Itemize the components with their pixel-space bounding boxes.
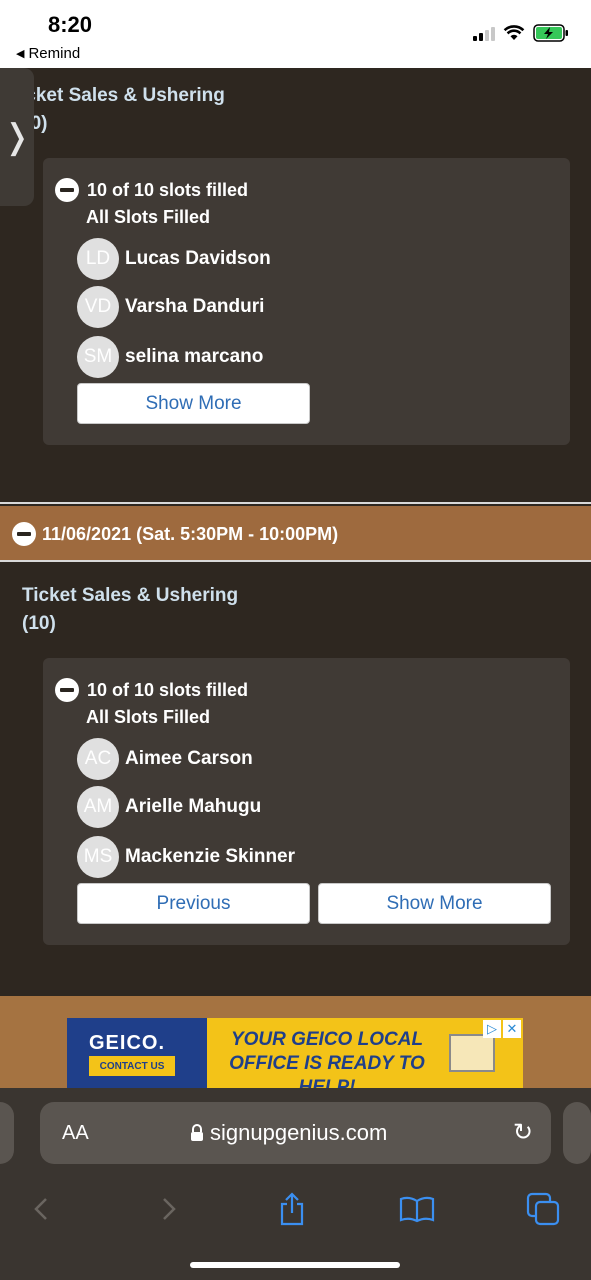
participant-name: Arielle Mahugu [125,796,262,817]
reload-icon[interactable]: ↻ [513,1118,533,1147]
close-icon[interactable]: ✕ [503,1020,521,1038]
participant: LD Lucas Davidson [77,238,271,280]
back-to-app-link[interactable]: ◀ Remind [16,45,80,62]
wifi-icon [503,25,525,40]
participant: AC Aimee Carson [77,738,253,780]
previous-button[interactable]: Previous [77,883,310,924]
back-triangle-icon: ◀ [16,48,25,60]
banner-ad[interactable]: GEICO. CONTACT US YOUR GEICO LOCAL OFFIC… [67,1018,523,1088]
collapse-minus-icon [55,678,79,702]
status-icons [473,24,569,42]
home-indicator [190,1262,400,1268]
avatar: AC [77,738,119,780]
role-title[interactable]: Ticket Sales & Ushering (10) [22,582,238,638]
status-bar: 8:20 ◀ Remind [0,0,591,68]
slot-card: 10 of 10 slots filled All Slots Filled L… [43,158,570,445]
role-title-line2: (10) [22,613,56,634]
collapse-minus-icon [55,178,79,202]
participant-name: selina marcano [125,346,264,367]
sidebar-toggle[interactable]: ❭ [0,68,34,206]
chevron-right-icon: ❭ [2,118,32,156]
ad-contact-button[interactable]: CONTACT US [89,1056,175,1076]
date-header[interactable]: 11/06/2021 (Sat. 5:30PM - 10:00PM) [0,506,591,562]
slots-filled-toggle[interactable]: 10 of 10 slots filled [55,178,248,202]
battery-charging-icon [533,24,568,42]
avatar: SM [77,336,119,378]
url-text: signupgenius.com [210,1120,388,1145]
divider [0,502,591,504]
slots-filled-text: 10 of 10 slots filled [87,679,249,700]
lock-icon [191,1124,203,1141]
slots-filled-text: 10 of 10 slots filled [87,179,249,200]
map-icon [449,1034,495,1072]
ad-controls: ▷ ✕ [483,1020,521,1038]
text-size-button[interactable]: AA [62,1122,89,1145]
avatar: LD [77,238,119,280]
participant: AM Arielle Mahugu [77,786,261,828]
role-title-line2: 10) [20,110,225,138]
browser-toolbar [0,1184,591,1236]
participant-name: Varsha Danduri [125,296,265,317]
all-slots-filled-label: All Slots Filled [86,207,211,227]
address-bar[interactable]: AA signupgenius.com ↻ [40,1102,551,1164]
forward-arrow-icon[interactable] [144,1184,194,1234]
divider [0,560,591,562]
ad-headline: YOUR GEICO LOCAL OFFICE IS READY TO HELP… [229,1029,425,1088]
slot-card: 10 of 10 slots filled All Slots Filled A… [43,658,570,945]
date-header-text: 11/06/2021 (Sat. 5:30PM - 10:00PM) [42,523,339,544]
previous-tab-pill[interactable] [0,1102,14,1164]
cellular-signal-icon [473,25,495,41]
avatar: VD [77,286,119,328]
participant: SM selina marcano [77,336,263,378]
participant-name: Aimee Carson [125,748,253,769]
collapse-minus-icon [12,522,36,546]
show-more-button[interactable]: Show More [77,383,310,424]
participant: VD Varsha Danduri [77,286,264,328]
avatar: AM [77,786,119,828]
all-slots-filled-label: All Slots Filled [86,707,211,727]
page-content: ❭ icket Sales & Ushering 10) 10 of 10 sl… [0,68,591,1088]
participant-name: Mackenzie Skinner [125,846,296,867]
show-more-button[interactable]: Show More [318,883,551,924]
role-title[interactable]: icket Sales & Ushering 10) [20,82,225,138]
tabs-icon[interactable] [518,1184,568,1234]
browser-bar: AA signupgenius.com ↻ [0,1088,591,1280]
participant: MS Mackenzie Skinner [77,836,295,878]
role-title-line1: Ticket Sales & Ushering [22,585,239,606]
back-arrow-icon[interactable] [16,1184,66,1234]
avatar: MS [77,836,119,878]
role-title-line1: icket Sales & Ushering [20,85,225,106]
next-tab-pill[interactable] [563,1102,591,1164]
ad-brand-panel: GEICO. CONTACT US [67,1018,207,1088]
participant-name: Lucas Davidson [125,248,271,269]
share-icon[interactable] [267,1184,317,1234]
clock: 8:20 [48,12,93,37]
url-display[interactable]: signupgenius.com [190,1120,387,1146]
bookmarks-icon[interactable] [392,1184,442,1234]
ad-choices-icon[interactable]: ▷ [483,1020,501,1038]
slots-filled-toggle[interactable]: 10 of 10 slots filled [55,678,248,702]
ad-brand-logo: GEICO. [89,1032,166,1054]
back-app-label: Remind [28,45,81,62]
